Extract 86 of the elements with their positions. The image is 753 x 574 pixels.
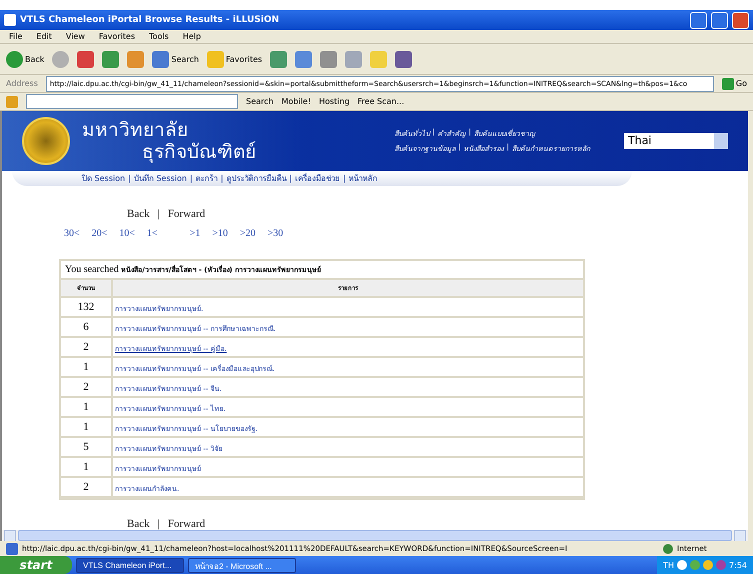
tray-icon <box>677 560 688 570</box>
toolbar-button[interactable]: Back <box>6 50 44 68</box>
toolbar-button[interactable]: Search <box>152 50 199 68</box>
search-field[interactable] <box>26 94 238 109</box>
count-cell: 1 <box>61 398 113 416</box>
bottom-forward-link[interactable]: Forward <box>168 518 206 530</box>
taskbar-button[interactable]: VTLS Chameleon iPort... <box>76 558 184 572</box>
links-toolbar-button[interactable]: Search <box>246 97 274 106</box>
menu-item[interactable]: View <box>62 32 88 41</box>
toolbar-button[interactable]: Favorites <box>206 50 262 68</box>
links-toolbar-button[interactable]: Mobile! <box>281 97 311 106</box>
menu-item[interactable]: Help <box>180 32 204 41</box>
count-cell: 2 <box>61 478 113 496</box>
count-cell: 1 <box>61 418 113 436</box>
count-cell: 2 <box>61 378 113 396</box>
page-jump-link[interactable]: >30 <box>267 228 284 240</box>
top-forward-link[interactable]: Forward <box>168 208 206 220</box>
nav-link[interactable]: ดูประวัติการยืมคืน <box>226 172 286 185</box>
page-jump-link[interactable]: >1 <box>190 228 200 240</box>
count-cell: 1 <box>61 358 113 376</box>
university-seal-icon <box>22 116 70 165</box>
toolbar-icon <box>270 50 288 68</box>
tray-icon <box>690 560 700 570</box>
toolbar-icon <box>320 50 338 68</box>
menu-item[interactable]: File <box>6 32 26 41</box>
address-label: Address <box>6 79 38 88</box>
toolbar-icon <box>345 50 362 68</box>
nav-link[interactable]: ปิด Session <box>82 172 126 185</box>
toolbar-icon <box>295 50 312 68</box>
separator-text: | <box>128 174 131 183</box>
toolbar-icon <box>127 50 144 68</box>
page-jump-link[interactable]: 30< <box>64 228 80 240</box>
nav-link[interactable]: บันทึก Session <box>134 172 187 185</box>
separator-text: | <box>220 174 224 183</box>
tray-icon <box>716 560 726 570</box>
go-button[interactable]: Go <box>722 78 747 90</box>
university-name: ธุรกิจบัณฑิตย์ <box>141 140 257 163</box>
taskbar-button[interactable]: หน้าจอ2 - Microsoft ... <box>188 558 296 572</box>
toolbar-icon <box>77 50 94 68</box>
count-cell: 6 <box>61 318 113 336</box>
nav-link[interactable]: ตะกร้า <box>196 172 218 185</box>
toolbar-icon <box>370 50 388 68</box>
count-cell: 2 <box>61 338 113 356</box>
menu-item[interactable]: Favorites <box>96 32 138 41</box>
top-back-link[interactable]: Back <box>127 208 150 220</box>
page-jump-link[interactable]: 20< <box>92 228 108 240</box>
language-select[interactable]: Thai <box>624 132 728 149</box>
toolbar-button[interactable] <box>395 50 412 68</box>
nav-link[interactable]: หน้าหลัก <box>348 172 378 185</box>
nav-link[interactable]: เครื่องมือช่วย <box>294 172 340 185</box>
separator-text: | <box>158 518 160 530</box>
bottom-back-link[interactable]: Back <box>127 518 150 530</box>
language-indicator: TH <box>663 560 674 570</box>
separator-text: | <box>289 174 292 183</box>
toolbar-button[interactable] <box>295 50 312 68</box>
page-jump-link[interactable]: >20 <box>240 228 256 240</box>
page-jump-link[interactable]: 1< <box>146 228 158 240</box>
separator-text: | <box>190 174 193 183</box>
separator-text: | <box>342 174 346 183</box>
toolbar-button[interactable] <box>102 50 120 68</box>
links-toolbar-button[interactable]: Hosting <box>318 97 350 106</box>
start-button[interactable]: start <box>0 556 72 574</box>
page-jump-link[interactable]: >10 <box>212 228 228 240</box>
toolbar-icon <box>206 50 224 68</box>
page-jump-link[interactable]: 10< <box>119 228 135 240</box>
close-button[interactable] <box>732 12 749 28</box>
university-name: มหาวิทยาลัย <box>82 118 189 141</box>
separator-text: | <box>158 208 160 220</box>
count-cell: 132 <box>61 298 113 316</box>
menu-item[interactable]: Edit <box>33 32 55 41</box>
toolbar-button[interactable] <box>77 50 94 68</box>
toolbar-icon <box>102 50 120 68</box>
toolbar-button[interactable] <box>127 50 144 68</box>
tray-icon <box>703 560 714 570</box>
toolbar-icon <box>395 50 412 68</box>
toolbar-button[interactable] <box>270 50 288 68</box>
maximize-button[interactable] <box>711 12 728 28</box>
menu-item[interactable]: Tools <box>146 32 172 41</box>
count-cell: 5 <box>61 438 113 456</box>
links-toolbar-button[interactable]: Free Scan... <box>358 97 404 106</box>
minimize-button[interactable] <box>690 12 707 28</box>
toolbar-button[interactable] <box>320 50 338 68</box>
count-cell: 1 <box>61 458 113 476</box>
app-icon <box>4 14 16 26</box>
window-title: VTLS Chameleon iPortal Browse Results - iLLUSiON <box>20 15 280 25</box>
clock: 7:54 <box>729 560 747 570</box>
